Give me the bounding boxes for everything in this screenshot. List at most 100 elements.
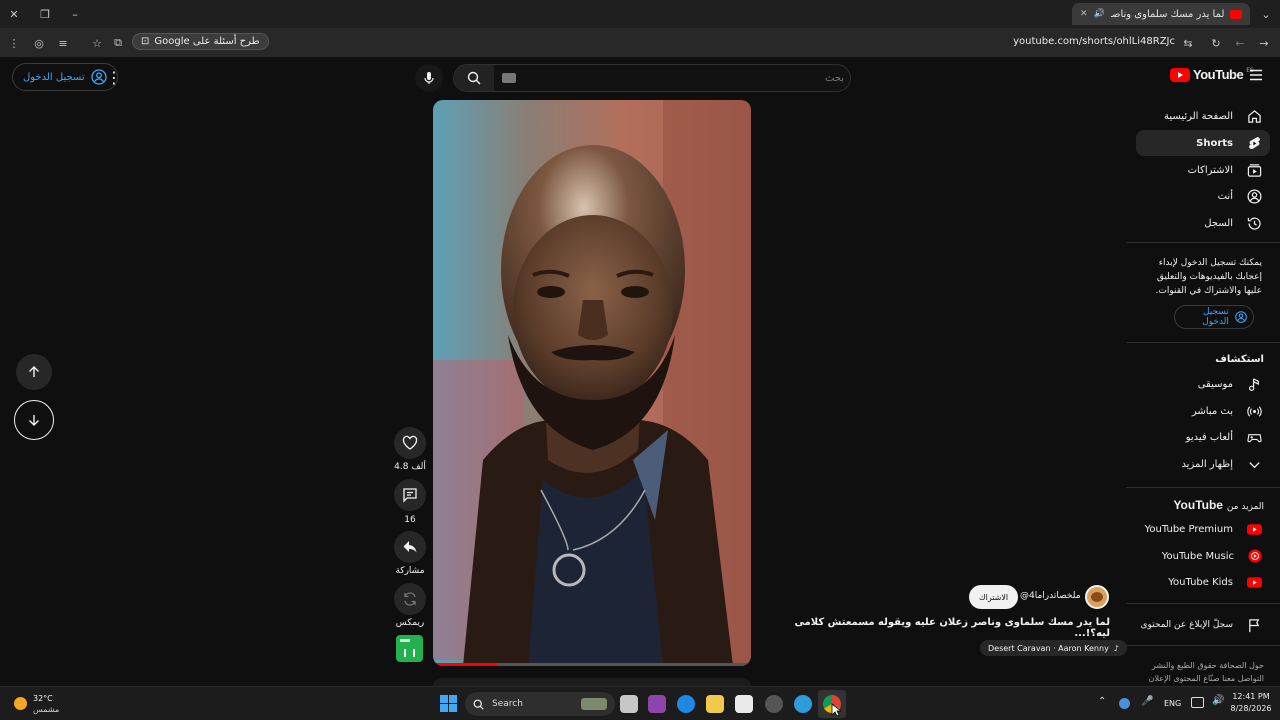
sidebar-item-report-history[interactable]: سجلّ الإبلاغ عن المحتوى (1136, 612, 1270, 638)
task-view-icon[interactable] (620, 695, 638, 713)
channel-avatar[interactable] (1085, 585, 1109, 609)
previous-short-button[interactable] (16, 354, 52, 390)
sound-thumbnail-mark (404, 649, 415, 657)
tab-list-chevron-icon[interactable]: ⌄ (1258, 6, 1274, 22)
video-progress-fill (433, 663, 497, 666)
sound-thumbnail[interactable] (396, 635, 423, 662)
chevron-down-icon (1249, 461, 1260, 468)
menu-dots-icon[interactable]: ⋮ (6, 35, 22, 51)
keyboard-icon[interactable] (502, 73, 516, 83)
footer-links-row2[interactable]: التواصل معنا صنّاع المحتوى الإعلان (1130, 672, 1264, 685)
microphone-tray-icon[interactable]: 🎤 (1141, 696, 1153, 707)
sidebar-item-shorts[interactable]: Shorts (1136, 130, 1270, 156)
weather-sun-icon (14, 697, 27, 710)
start-icon-pane (449, 704, 457, 712)
signin-label: تسجيل الدخول (23, 71, 85, 83)
sidebar-item-youtube-premium[interactable]: YouTube Premium (1136, 516, 1270, 542)
youtube-logo[interactable]: YouTube ES (1170, 67, 1254, 82)
forward-icon[interactable]: ← (1232, 35, 1248, 51)
start-icon-pane (440, 704, 448, 712)
sidebar-item-youtube-music[interactable]: YouTube Music (1136, 543, 1270, 569)
app-icon[interactable] (794, 695, 812, 713)
remix-button[interactable] (394, 583, 426, 615)
sidebar-item-label: ألعاب فيديو (1185, 431, 1233, 443)
edge-browser-icon[interactable] (677, 695, 695, 713)
sidebar-signin-button[interactable]: تسجيل الدخول (1174, 305, 1254, 329)
browser-tab[interactable]: ✕ 🔊 لما يدر مسك سلماوى وناصر (1072, 3, 1250, 25)
history-icon (1247, 217, 1261, 230)
copilot-icon[interactable] (648, 695, 666, 713)
guide-menu-icon[interactable] (1249, 69, 1263, 81)
share-page-icon[interactable]: ⧉ (110, 35, 126, 51)
home-icon (1248, 109, 1261, 123)
music-track-label: Desert Caravan · Aaron Kenny (988, 643, 1109, 653)
subscriptions-icon (1247, 163, 1262, 177)
close-window-icon[interactable]: ✕ (6, 6, 22, 22)
lens-icon: ⊡ (141, 36, 150, 47)
windows-start-icon[interactable] (440, 695, 457, 712)
clock-date: 8/28/2026 (1230, 704, 1272, 713)
video-progress-track[interactable] (433, 663, 751, 666)
store-icon[interactable] (735, 695, 753, 713)
share-label: مشاركة (395, 566, 425, 576)
heart-icon (402, 435, 418, 450)
short-video-player[interactable] (433, 100, 751, 666)
sidebar-item-music[interactable]: موسيقى (1136, 371, 1270, 397)
youtube-favicon-icon (1230, 9, 1242, 19)
url-field[interactable]: youtube.com/shorts/ohlLi48RZJc (960, 36, 1175, 47)
comments-button[interactable] (394, 479, 426, 511)
volume-icon[interactable]: 🔊 (1212, 695, 1224, 706)
search-input[interactable] (524, 67, 844, 89)
sidebar-item-youtube-kids[interactable]: YouTube Kids (1136, 569, 1270, 595)
account-circle-icon (1235, 311, 1247, 323)
sidebar-item-label: بث مباشر (1191, 405, 1233, 417)
settings-dots-icon[interactable]: ⋮ (106, 68, 122, 87)
minimize-window-icon[interactable]: – (67, 6, 83, 22)
sidebar-item-label: الصفحة الرئيسية (1164, 110, 1233, 122)
header-signin-button[interactable]: تسجيل الدخول (12, 63, 118, 91)
reading-list-icon[interactable]: ≡ (55, 35, 71, 51)
file-explorer-icon[interactable] (706, 695, 724, 713)
sidebar-item-label: سجلّ الإبلاغ عن المحتوى (1140, 620, 1233, 630)
share-button[interactable] (394, 531, 426, 563)
profile-icon[interactable]: ◎ (31, 35, 47, 51)
like-button[interactable] (394, 427, 426, 459)
back-icon[interactable]: → (1256, 35, 1272, 51)
tab-close-icon[interactable]: ✕ (1080, 9, 1088, 19)
search-box (453, 64, 851, 92)
footer-links-row1[interactable]: حول الصحافة حقوق الطبع والنشر (1130, 659, 1264, 672)
ask-google-chip[interactable]: ⊡ طرح أسئلة على Google (132, 33, 269, 50)
video-frame (433, 100, 751, 666)
reload-icon[interactable]: ↻ (1208, 35, 1224, 51)
voice-search-button[interactable] (415, 64, 443, 92)
sidebar-item-home[interactable]: الصفحة الرئيسية (1136, 103, 1270, 129)
music-note-icon: ♪ (1113, 643, 1119, 653)
arrow-up-icon (29, 366, 39, 377)
share-icon (403, 541, 417, 553)
taskbar-search[interactable]: Search (465, 692, 615, 716)
language-indicator[interactable]: ENG (1164, 699, 1181, 708)
sidebar-item-history[interactable]: السجل (1136, 210, 1270, 236)
sidebar-item-subscriptions[interactable]: الاشتراكات (1136, 157, 1270, 183)
sidebar-divider (1126, 603, 1280, 604)
display-tray-icon[interactable] (1191, 697, 1204, 708)
bookmark-star-icon[interactable]: ☆ (89, 35, 105, 51)
sidebar-item-gaming[interactable]: ألعاب فيديو (1136, 424, 1270, 450)
tray-app-icon[interactable] (1119, 698, 1130, 709)
start-icon-pane (449, 695, 457, 703)
channel-handle[interactable]: @ملخصاتدراما4 (1020, 591, 1081, 601)
subscribe-button[interactable]: الاشتراك (969, 585, 1019, 609)
settings-gear-icon[interactable] (765, 695, 783, 713)
site-settings-icon[interactable]: ⇆ (1180, 35, 1196, 51)
sidebar-item-you[interactable]: أنت (1136, 183, 1270, 209)
tray-overflow-icon[interactable]: ⌃ (1098, 696, 1106, 707)
restore-window-icon[interactable]: ❐ (37, 6, 53, 22)
sidebar-divider (1126, 645, 1280, 646)
weather-widget[interactable]: 32°C مشمس (33, 693, 59, 715)
search-button[interactable] (454, 65, 494, 91)
sidebar-item-live[interactable]: بث مباشر (1136, 398, 1270, 424)
sidebar-show-more[interactable]: إظهار المزيد (1136, 451, 1270, 477)
clock[interactable]: 12:41 PM 8/28/2026 (1228, 691, 1274, 715)
short-music-chip[interactable]: Desert Caravan · Aaron Kenny ♪ (980, 640, 1127, 656)
next-short-button[interactable] (14, 400, 54, 440)
